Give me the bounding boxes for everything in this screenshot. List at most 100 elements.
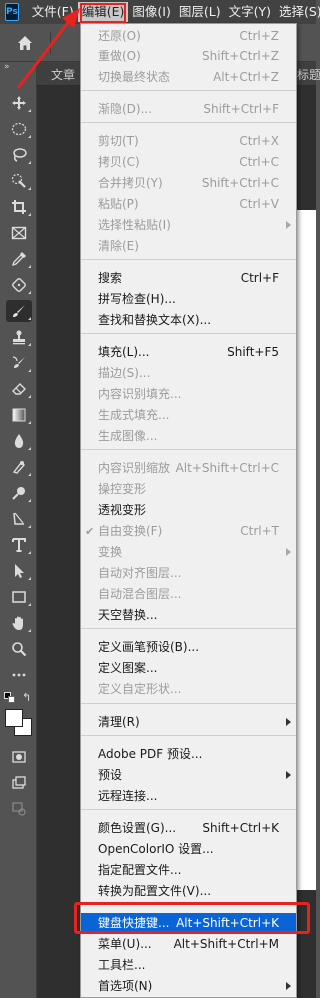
document-tab[interactable]: 文章 [51, 66, 75, 83]
menu-item[interactable]: 透视变形 [81, 500, 296, 521]
menu-item[interactable]: 内容识别填充... [81, 384, 296, 405]
gradient-tool-icon[interactable] [6, 404, 32, 426]
menu-item[interactable]: 选择性粘贴(I) [81, 215, 296, 236]
menu-item-label: 切换最终状态 [98, 70, 171, 84]
menu-item[interactable]: 预设 [81, 765, 296, 786]
menu-item[interactable]: 生成图像... [81, 426, 296, 447]
menu-item-shortcut: Alt+Ctrl+Z [213, 70, 279, 84]
document-tab[interactable]: 标题 [297, 66, 320, 83]
menu-item[interactable]: 颜色设置(G)... Shift+Ctrl+K [81, 818, 296, 839]
menu-item[interactable]: 生成式填充... [81, 405, 296, 426]
more-tools-icon[interactable] [6, 664, 32, 686]
menu-item[interactable]: 查找和替换文本(X)... [81, 310, 296, 331]
menu-item[interactable]: 远程连接... [81, 786, 296, 807]
submenu-arrow-icon [286, 982, 291, 990]
menu-item[interactable]: 粘贴(P) Ctrl+V [81, 194, 296, 215]
dodge-tool-icon[interactable] [6, 482, 32, 504]
menu-item-shortcut: Shift+Ctrl+F [203, 102, 279, 116]
menu-item[interactable]: 清理(R) [81, 712, 296, 733]
foreground-color[interactable] [5, 709, 23, 727]
zoom-tool-icon[interactable] [6, 638, 32, 660]
menu-item[interactable]: 变换 [81, 542, 296, 563]
pen-tool-icon[interactable] [6, 508, 32, 530]
menu-image[interactable]: 图像(I) [128, 2, 174, 22]
expand-panel-icon[interactable]: » [0, 62, 36, 72]
submenu-arrow-icon [286, 718, 291, 726]
menu-item[interactable]: 清除(E) [81, 236, 296, 257]
edit-toolbar-icon[interactable] [6, 798, 32, 820]
menu-item[interactable]: 指定配置文件... [81, 860, 296, 881]
menu-item-label: 重做(O) [98, 49, 141, 63]
menu-item[interactable]: 工具栏... [81, 955, 296, 976]
home-icon[interactable] [10, 30, 40, 56]
quick-mask-icon[interactable] [6, 746, 32, 768]
smudge-tool-icon[interactable] [6, 456, 32, 478]
menu-item[interactable]: 剪切(T) Ctrl+X [81, 131, 296, 152]
menu-item-label: 透视变形 [98, 503, 147, 517]
crop-tool-icon[interactable] [6, 196, 32, 218]
default-colors-icon[interactable] [4, 692, 16, 704]
menu-separator [81, 809, 296, 810]
menu-file[interactable]: 文件(F) [28, 2, 78, 22]
type-tool-icon[interactable] [6, 534, 32, 556]
menu-item[interactable]: 内容识别缩放 Alt+Shift+Ctrl+C [81, 458, 296, 479]
clone-stamp-tool-icon[interactable] [6, 326, 32, 348]
menu-item[interactable]: 填充(L)... Shift+F5 [81, 342, 296, 363]
hand-tool-icon[interactable] [6, 612, 32, 634]
menu-layer[interactable]: 图层(L) [175, 2, 225, 22]
rectangle-tool-icon[interactable] [6, 586, 32, 608]
menu-item[interactable]: 菜单(U)... Alt+Shift+Ctrl+M [81, 934, 296, 955]
eraser-tool-icon[interactable] [6, 378, 32, 400]
menu-item[interactable]: 天空替换... [81, 605, 296, 626]
menu-item-label: 清理(R) [98, 715, 140, 729]
menu-item-label: Adobe PDF 预设... [98, 747, 203, 761]
swap-colors-icon[interactable]: ↰ [22, 692, 34, 704]
menu-item[interactable]: 拷贝(C) Ctrl+C [81, 152, 296, 173]
menu-item[interactable]: 搜索 Ctrl+F [81, 268, 296, 289]
path-selection-tool-icon[interactable] [6, 560, 32, 582]
brush-tool-icon[interactable] [6, 300, 32, 322]
menu-item-shortcut: Ctrl+C [239, 155, 279, 169]
menu-item[interactable]: 合并拷贝(Y) Shift+Ctrl+C [81, 173, 296, 194]
menu-item[interactable]: 操控变形 [81, 479, 296, 500]
healing-brush-tool-icon[interactable] [6, 274, 32, 296]
menu-item-label: 搜索 [98, 271, 123, 285]
menu-item[interactable]: 自动混合图层... [81, 584, 296, 605]
menu-item-label: 自动混合图层... [98, 587, 182, 601]
menu-item[interactable]: 转换为配置文件(V)... [81, 881, 296, 902]
edit-menu-dropdown: 还原(O) Ctrl+Z 重做(O) Shift+Ctrl+Z 切换最终状态 Alt+Ct… [80, 23, 297, 998]
menu-item[interactable]: 还原(O) Ctrl+Z [81, 26, 296, 47]
menu-item[interactable]: OpenColorIO 设置... [81, 839, 296, 860]
menu-item[interactable]: 定义自定形状... [81, 679, 296, 700]
menu-item[interactable]: 渐隐(D)... Shift+Ctrl+F [81, 99, 296, 120]
menu-item[interactable]: 重做(O) Shift+Ctrl+Z [81, 46, 296, 67]
move-tool-icon[interactable] [6, 92, 32, 114]
frame-tool-icon[interactable] [6, 222, 32, 244]
menu-item[interactable]: 定义画笔预设(B)... [81, 637, 296, 658]
eyedropper-tool-icon[interactable] [6, 248, 32, 270]
quick-select-tool-icon[interactable] [6, 170, 32, 192]
menu-item-label: 定义画笔预设(B)... [98, 640, 200, 654]
menu-item-label: 菜单(U)... [98, 937, 152, 951]
screen-mode-icon[interactable] [6, 772, 32, 794]
marquee-tool-icon[interactable] [6, 118, 32, 140]
blur-tool-icon[interactable] [6, 430, 32, 452]
history-brush-tool-icon[interactable] [6, 352, 32, 374]
menu-item[interactable]: 拼写检查(H)... [81, 289, 296, 310]
menu-item[interactable]: 自动对齐图层... [81, 563, 296, 584]
menu-select[interactable]: 选择(S) [275, 2, 320, 22]
menu-item-label: 清除(E) [98, 239, 139, 253]
menu-type[interactable]: 文字(Y) [225, 2, 275, 22]
menu-item[interactable]: ✔ 自由变换(F) Ctrl+T [81, 521, 296, 542]
menu-item-label: 内容识别缩放 [98, 461, 171, 475]
lasso-tool-icon[interactable] [6, 144, 32, 166]
menu-item[interactable]: 定义图案... [81, 658, 296, 679]
menu-separator [81, 90, 296, 91]
menu-item[interactable]: 首选项(N) [81, 976, 296, 997]
menu-item[interactable]: 切换最终状态 Alt+Ctrl+Z [81, 67, 296, 88]
menu-item[interactable]: Adobe PDF 预设... [81, 744, 296, 765]
menu-separator [81, 628, 296, 629]
menu-item[interactable]: 描边(S)... [81, 363, 296, 384]
menu-item-label: 远程连接... [98, 789, 158, 803]
menu-item-label: OpenColorIO 设置... [98, 842, 214, 856]
